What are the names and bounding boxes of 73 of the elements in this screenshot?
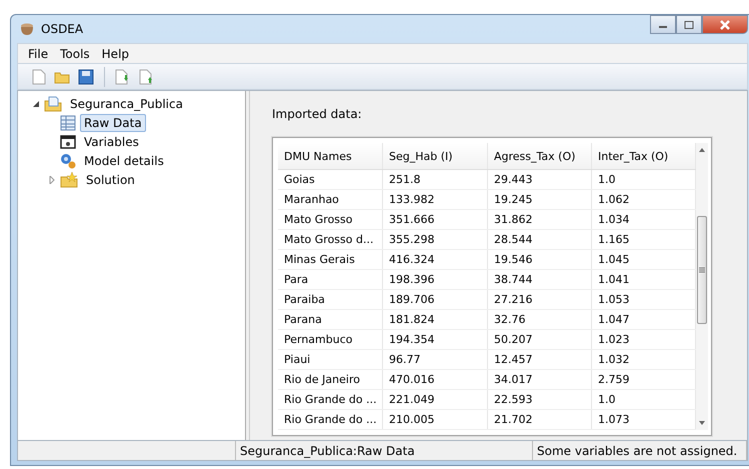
variables-icon [60, 134, 76, 150]
table-cell: 96.77 [383, 350, 488, 369]
table-cell: 28.544 [488, 230, 592, 249]
column-header[interactable]: Agress_Tax (O) [488, 143, 592, 169]
table-cell: 189.706 [383, 290, 488, 309]
table-cell: Parana [278, 310, 383, 329]
table-cell: 251.8 [383, 170, 488, 189]
table-cell: Rio de Janeiro [278, 370, 383, 389]
folder-star-icon [60, 172, 78, 188]
table-cell: 31.862 [488, 210, 592, 229]
table-cell: 29.443 [488, 170, 592, 189]
scroll-down-icon[interactable] [698, 420, 706, 426]
table-cell: 355.298 [383, 230, 488, 249]
table-cell: 38.744 [488, 270, 592, 289]
table-cell: Maranhao [278, 190, 383, 209]
grip-icon [698, 267, 706, 273]
table-cell: 198.396 [383, 270, 488, 289]
menu-item[interactable]: Help [96, 46, 136, 60]
table-cell: Mato Grosso [278, 210, 383, 229]
save-icon[interactable] [78, 68, 94, 84]
maximize-icon [684, 20, 694, 28]
status-text: Seguranca_Publica:Raw Data [236, 441, 533, 460]
table-cell: 21.702 [488, 410, 592, 429]
table-cell: 470.016 [383, 370, 488, 389]
table-cell: Paraiba [278, 290, 383, 309]
status-text: Some variables are not assigned. [533, 441, 747, 460]
tree-item[interactable]: Model details [80, 152, 168, 170]
table-cell: 27.216 [488, 290, 592, 309]
expander-icon[interactable] [32, 100, 40, 108]
window-title: OSDEA [41, 22, 84, 36]
table-cell: Rio Grande do ... [278, 410, 383, 429]
pot-icon [19, 22, 35, 36]
table-cell: Mato Grosso d... [278, 230, 383, 249]
table-cell: 34.017 [488, 370, 592, 389]
tree-item[interactable]: Raw Data [80, 114, 146, 132]
table-cell: 194.354 [383, 330, 488, 349]
table-cell: Goias [278, 170, 383, 189]
export-file-icon[interactable] [139, 68, 155, 84]
scroll-up-icon[interactable] [698, 147, 706, 153]
table-icon [60, 114, 76, 130]
panel-heading: Imported data: [272, 107, 363, 121]
table-cell: 19.245 [488, 190, 592, 209]
project-folder-icon [44, 96, 62, 112]
table-cell: Para [278, 270, 383, 289]
import-file-icon[interactable] [115, 68, 131, 84]
vertical-scrollbar[interactable] [696, 143, 708, 430]
table-cell: 19.546 [488, 250, 592, 269]
table-cell: Rio Grande do ... [278, 390, 383, 409]
tree-item[interactable]: Seguranca_Publica [66, 94, 187, 112]
column-header[interactable]: Seg_Hab (I) [383, 143, 488, 169]
table-cell: 12.457 [488, 350, 592, 369]
close-button[interactable] [702, 15, 748, 34]
table-cell: Minas Gerais [278, 250, 383, 269]
table-cell: Piaui [278, 350, 383, 369]
table-cell: Pernambuco [278, 330, 383, 349]
table-cell: 32.76 [488, 310, 592, 329]
table-cell: 416.324 [383, 250, 488, 269]
table-cell: 181.824 [383, 310, 488, 329]
minimize-button[interactable] [650, 15, 676, 34]
gears-icon [60, 152, 76, 168]
table-cell: 22.593 [488, 390, 592, 409]
table-cell: 221.049 [383, 390, 488, 409]
table-cell: 210.005 [383, 410, 488, 429]
column-header[interactable]: DMU Names [278, 143, 383, 169]
tree-item[interactable]: Solution [82, 170, 139, 188]
menu-item[interactable]: File [22, 46, 54, 60]
table-cell: 351.666 [383, 210, 488, 229]
close-icon [719, 20, 731, 30]
table-cell: 133.982 [383, 190, 488, 209]
maximize-button[interactable] [676, 15, 702, 34]
tree-item[interactable]: Variables [80, 132, 143, 150]
table-cell: 50.207 [488, 330, 592, 349]
menu-item[interactable]: Tools [54, 46, 96, 60]
